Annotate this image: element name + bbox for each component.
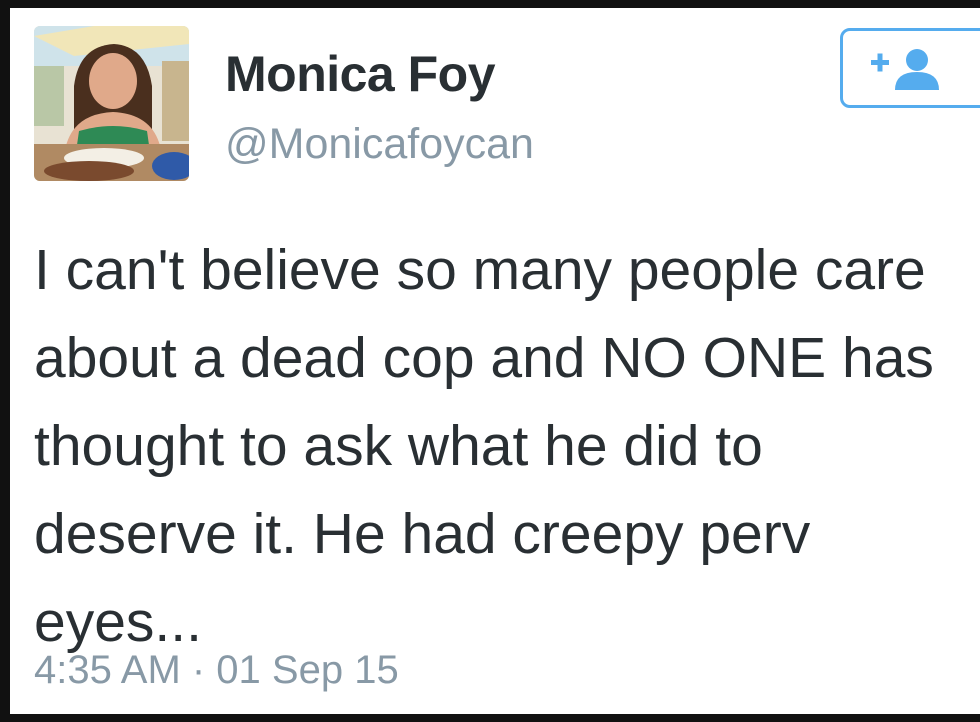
follow-button[interactable] bbox=[840, 28, 980, 108]
display-name[interactable]: Monica Foy bbox=[225, 44, 496, 104]
avatar[interactable] bbox=[34, 26, 189, 181]
tweet-card: Monica Foy @Monicafoycan I can't believe… bbox=[10, 8, 980, 714]
profile-photo-icon bbox=[34, 26, 189, 181]
tweet-timestamp[interactable]: 4:35 AM · 01 Sep 15 bbox=[34, 646, 399, 694]
tweet-text: I can't believe so many people care abou… bbox=[34, 238, 934, 654]
follow-plus-person-icon bbox=[871, 49, 939, 90]
user-handle[interactable]: @Monicafoycan bbox=[225, 118, 534, 170]
